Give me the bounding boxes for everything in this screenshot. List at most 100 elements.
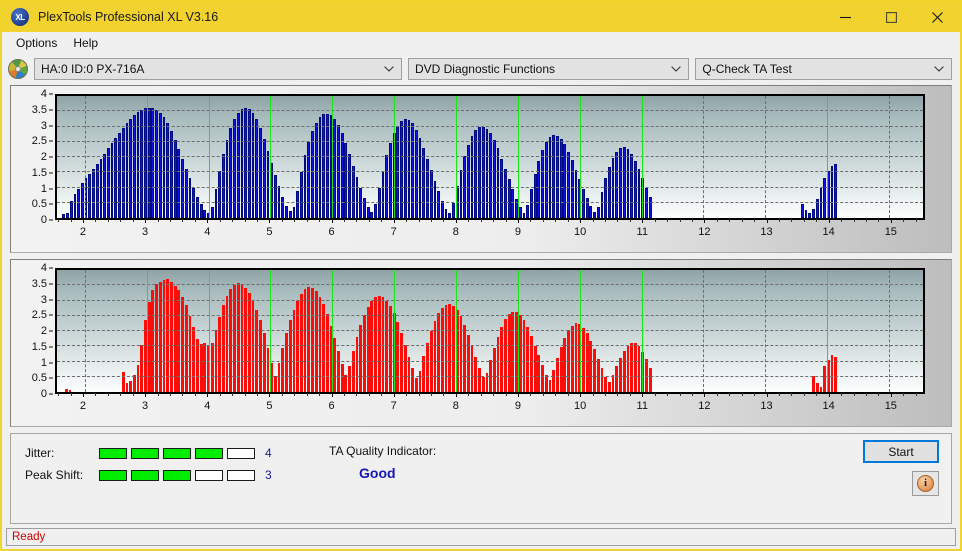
- chart-bar: [177, 289, 181, 392]
- jitter-chart-plot-wrap: [55, 94, 925, 220]
- chart-bar: [281, 196, 285, 218]
- chart-bar: [437, 191, 441, 218]
- chevron-down-icon: [384, 59, 394, 79]
- x-axis-tick-minor: [406, 219, 408, 222]
- test-select[interactable]: Q-Check TA Test: [695, 58, 952, 80]
- chart-bar: [403, 344, 407, 392]
- x-axis-tick-minor: [841, 393, 843, 396]
- x-axis-tick-minor: [356, 393, 358, 396]
- chart-bar: [244, 107, 248, 218]
- chart-bar: [567, 151, 570, 218]
- chart-bar: [812, 376, 815, 392]
- chart-bar: [151, 108, 155, 218]
- chart-bar: [648, 367, 652, 392]
- chart-bar: [500, 158, 504, 218]
- chart-bar: [414, 378, 418, 392]
- chart-bar: [544, 375, 548, 392]
- x-axis-label: 14: [822, 226, 835, 238]
- x-axis-tick-minor: [791, 393, 793, 396]
- chart-bar: [515, 199, 518, 218]
- peak-shift-chart-y-axis: 0 0.5 1 1.5 2 2.5 3 3.5 4: [11, 262, 53, 400]
- segment-4: [195, 469, 223, 481]
- chart-bar: [121, 372, 125, 392]
- segment-3: [163, 469, 191, 481]
- x-axis-tick-minor: [617, 393, 619, 396]
- chart-bar: [459, 169, 463, 218]
- chart-bar: [80, 182, 84, 218]
- y-axis-tick: [49, 299, 53, 300]
- peak-shift-chart-bars: [57, 270, 923, 392]
- chart-bar: [452, 306, 455, 392]
- chart-bar: [64, 388, 68, 392]
- chart-bar: [559, 138, 563, 218]
- chart-bar: [147, 302, 151, 392]
- chart-bar: [622, 350, 626, 392]
- maximize-icon[interactable]: [868, 2, 914, 32]
- chart-bar: [325, 314, 329, 392]
- y-axis-tick: [49, 346, 53, 348]
- chart-bar: [285, 205, 288, 218]
- x-axis-tick-minor: [679, 393, 681, 396]
- peak-shift-chart-plot: [55, 268, 925, 394]
- chart-bar: [363, 315, 366, 392]
- disc-drive-icon: [8, 59, 28, 79]
- chart-bar: [166, 279, 170, 392]
- app-logo-icon: XL: [11, 8, 29, 26]
- chart-bar: [418, 370, 422, 392]
- chart-bar: [485, 373, 489, 392]
- y-axis-tick: [49, 267, 53, 269]
- chart-bar: [329, 325, 333, 392]
- chart-bar: [166, 123, 170, 218]
- menu-item-options[interactable]: Options: [8, 34, 65, 52]
- x-axis-tick-minor: [107, 393, 109, 396]
- x-axis-tick: [393, 219, 395, 223]
- chart-bar: [210, 207, 214, 218]
- chart-bar: [830, 166, 834, 218]
- chart-bar: [381, 170, 385, 218]
- chart-bar: [407, 356, 411, 392]
- chart-bar: [481, 377, 485, 392]
- results-panel: Jitter: 4 Peak Shift: 3 TA Quality Indic…: [10, 433, 952, 524]
- jitter-chart-y-axis: 0 0.5 1 1.5 2 2.5 3 3.5 4: [11, 88, 53, 226]
- segment-4: [195, 447, 223, 459]
- chart-bar: [552, 135, 556, 218]
- info-button[interactable]: i: [912, 471, 939, 496]
- x-axis-tick-minor: [319, 393, 321, 396]
- chart-bar: [270, 363, 274, 392]
- chart-bar: [314, 122, 318, 218]
- x-axis-tick-minor: [493, 219, 495, 222]
- x-axis-tick: [704, 393, 706, 397]
- chart-bar: [355, 336, 359, 392]
- y-axis-label: 1.5: [31, 340, 47, 353]
- chart-bar: [433, 321, 437, 392]
- chart-bar: [537, 355, 541, 392]
- drive-select[interactable]: HA:0 ID:0 PX-716A: [34, 58, 402, 80]
- chart-bar: [426, 158, 429, 218]
- chart-bar: [162, 117, 166, 218]
- chart-bar: [530, 189, 533, 218]
- chart-bar: [440, 201, 444, 218]
- chart-bar: [511, 189, 515, 218]
- chart-bar: [485, 128, 489, 218]
- segment-5: [227, 469, 255, 481]
- jitter-metric-row: Jitter: 4: [25, 446, 272, 460]
- minimize-icon[interactable]: [822, 2, 868, 32]
- jitter-chart-x-axis: 2 3 4 5 6 7 8 9 10 11 12 13 14 15: [55, 219, 925, 242]
- start-button[interactable]: Start: [863, 440, 939, 463]
- x-axis-tick-minor: [418, 393, 420, 396]
- chart-bar: [812, 209, 815, 218]
- x-axis-tick-minor: [169, 219, 171, 222]
- x-axis-tick-minor: [741, 393, 743, 396]
- chart-bar: [214, 330, 218, 392]
- chart-bar: [140, 109, 144, 218]
- chart-bar: [348, 366, 351, 392]
- menu-item-help[interactable]: Help: [65, 34, 106, 52]
- y-axis-tick: [49, 93, 53, 95]
- x-axis-tick: [580, 393, 582, 397]
- close-icon[interactable]: [914, 2, 960, 32]
- x-axis-tick-minor: [120, 219, 122, 222]
- x-axis-tick-minor: [443, 219, 445, 222]
- function-select[interactable]: DVD Diagnostic Functions: [407, 58, 690, 80]
- y-axis-tick: [49, 219, 53, 221]
- x-axis-tick-minor: [157, 219, 159, 222]
